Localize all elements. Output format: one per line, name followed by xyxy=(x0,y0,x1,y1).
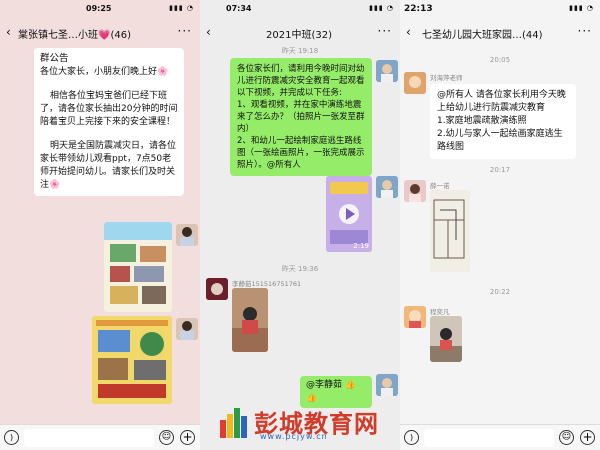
teacher-message-bubble[interactable]: @所有人 请各位家长利用今天晚上给幼儿进行防震减灾教育 1.家庭地震疏散演练照 … xyxy=(430,84,576,159)
signal-icon: ▮▮▮ ◔ xyxy=(169,4,194,12)
photo-drill[interactable] xyxy=(430,316,462,362)
chat-header: ‹ 2021中班(32) ··· xyxy=(200,18,400,46)
signal-icon: ▮▮▮ ◔ xyxy=(569,4,594,12)
book-logo-icon xyxy=(220,408,247,438)
chat-panel-middle-class: 07:34 ▮▮▮ ◔ ‹ 2021中班(32) ··· 昨天 19:18 各位… xyxy=(200,0,400,450)
avatar[interactable] xyxy=(404,72,426,94)
photo-escape-route-drawing[interactable] xyxy=(430,190,470,272)
sender-name: 刘海萍老师 xyxy=(430,74,463,82)
notice-paragraph-1: 相信各位宝妈宝爸们已经下班了，请各位家长抽出20分钟的时间陪着宝贝上完接下来的安… xyxy=(40,91,178,127)
teacher-message-bubble[interactable]: 各位家长们，请利用今晚时间对幼儿进行防震减灾安全教育一起观看以下视频，并完成以下… xyxy=(230,58,372,176)
chat-panel-big-class: 22:13 ▮▮▮ ◔ ‹ 七圣幼儿园大班家园…(44) ··· 20:05 刘… xyxy=(400,0,600,450)
chat-title: 2021中班(32) xyxy=(266,30,332,41)
status-bar: 22:13 ▮▮▮ ◔ xyxy=(400,0,600,18)
message-input[interactable] xyxy=(424,429,554,447)
chat-title: 棠张镇七圣…小班💗(46) xyxy=(18,30,131,41)
avatar[interactable] xyxy=(376,374,398,396)
status-time: 22:13 xyxy=(404,4,433,14)
timestamp: 20:22 xyxy=(489,288,511,296)
notice-paragraph-2: 明天是全国防震减灾日，请各位家长带领幼儿观看ppt，7点50老师开始提问幼儿。请… xyxy=(40,141,177,190)
input-bar: ) ☺ + xyxy=(400,424,600,450)
ppt-image-1[interactable] xyxy=(104,222,172,312)
ppt-image-2[interactable] xyxy=(92,316,172,404)
voice-icon[interactable]: ) xyxy=(4,430,19,445)
emoji-icon[interactable]: ☺ xyxy=(159,430,174,445)
more-icon[interactable]: ··· xyxy=(178,24,192,38)
more-icon[interactable]: ··· xyxy=(378,24,392,38)
group-notice-bubble[interactable]: 群公告 各位大家长，小朋友们晚上好🌸 相信各位宝妈宝爸们已经下班了，请各位家长抽… xyxy=(34,48,184,196)
avatar[interactable] xyxy=(206,278,228,300)
video-thumbnail[interactable]: 2:19 xyxy=(326,176,372,252)
status-time: 09:25 xyxy=(86,4,112,13)
avatar[interactable] xyxy=(404,306,426,328)
emoji-icon[interactable]: ☺ xyxy=(559,430,574,445)
timestamp: 20:05 xyxy=(489,56,511,64)
status-time: 07:34 xyxy=(226,4,252,13)
watermark-url: www.pcjyw.cn xyxy=(260,432,328,441)
site-watermark: 彭城教育网 www.pcjyw.cn xyxy=(210,402,410,446)
sender-name: 薛一诺 xyxy=(430,182,450,190)
back-icon[interactable]: ‹ xyxy=(6,25,11,39)
chat-header: ‹ 棠张镇七圣…小班💗(46) ··· xyxy=(0,18,200,46)
avatar[interactable] xyxy=(176,318,198,340)
more-icon[interactable]: ··· xyxy=(578,24,592,38)
back-icon[interactable]: ‹ xyxy=(206,25,211,39)
chat-panel-kindergarten-small: 09:25 ▮▮▮ ◔ ‹ 棠张镇七圣…小班💗(46) ··· 群公告 各位大家… xyxy=(0,0,200,450)
notice-greeting: 各位大家长，小朋友们晚上好🌸 xyxy=(40,67,169,77)
status-bar: 07:34 ▮▮▮ ◔ xyxy=(200,0,400,18)
timestamp: 20:17 xyxy=(489,166,511,174)
chat-header: ‹ 七圣幼儿园大班家园…(44) ··· xyxy=(400,18,600,46)
message-input[interactable] xyxy=(24,429,154,447)
avatar[interactable] xyxy=(404,180,426,202)
plus-icon[interactable]: + xyxy=(580,430,595,445)
notice-title: 群公告 xyxy=(40,53,69,64)
signal-icon: ▮▮▮ ◔ xyxy=(369,4,394,12)
sender-name: 程奕凡 xyxy=(430,308,450,316)
input-bar: ) ☺ + xyxy=(0,424,200,450)
avatar[interactable] xyxy=(376,176,398,198)
timestamp: 昨天 19:18 xyxy=(281,47,319,55)
timestamp: 昨天 19:36 xyxy=(281,265,319,273)
avatar[interactable] xyxy=(376,60,398,82)
chat-title: 七圣幼儿园大班家园…(44) xyxy=(422,30,543,41)
plus-icon[interactable]: + xyxy=(180,430,195,445)
video-duration: 2:19 xyxy=(353,242,369,250)
avatar[interactable] xyxy=(176,224,198,246)
back-icon[interactable]: ‹ xyxy=(406,25,411,39)
status-bar: 09:25 ▮▮▮ ◔ xyxy=(0,0,200,18)
sender-name: 李静茹151516751761 xyxy=(232,280,302,288)
photo-earthquake-drill[interactable] xyxy=(232,288,268,352)
